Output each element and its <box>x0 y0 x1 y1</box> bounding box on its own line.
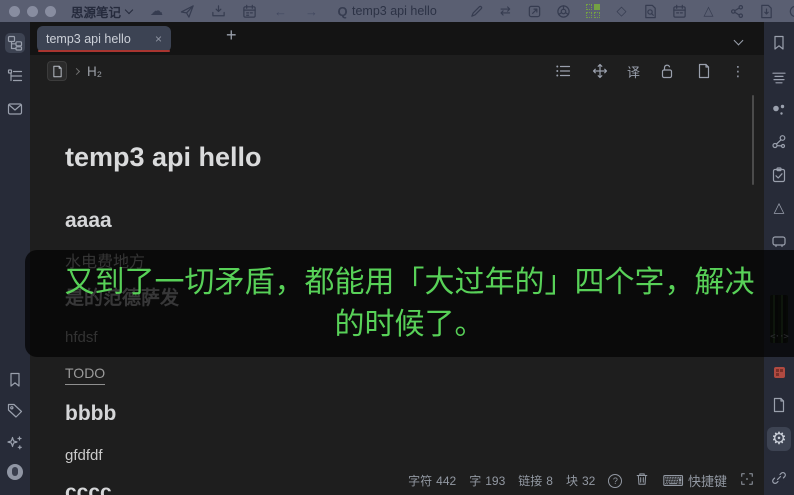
breadcrumb-doc-icon[interactable] <box>47 61 67 81</box>
help-icon[interactable]: ? <box>608 473 623 488</box>
overlay-line-1: 又到了一切矛盾，都能用「大过年的」四个字，解决 <box>64 265 755 299</box>
more-options-icon[interactable]: ⋮ <box>731 63 745 80</box>
eraser-diamond-icon[interactable]: ◇ <box>614 3 629 19</box>
status-bar: 字符 442 字 193 链接 8 块 32 ? ⌨ 快捷键 <box>408 471 754 490</box>
window-zoom-button[interactable] <box>45 5 56 17</box>
fullscreen-corners-icon[interactable] <box>740 472 754 489</box>
share-icon[interactable] <box>730 4 745 19</box>
backlinks-icon[interactable] <box>769 100 789 120</box>
browser-icon[interactable] <box>556 4 571 19</box>
overlay-line-2: 的时候了。 <box>334 307 485 341</box>
window-title: temp3 api hello <box>352 4 437 18</box>
sync-icon[interactable] <box>788 4 794 19</box>
new-tab-button[interactable]: + <box>226 25 237 46</box>
window-controls <box>0 5 56 17</box>
help-avatar-icon[interactable] <box>5 462 25 482</box>
shortcut-keys-button[interactable]: ⌨ 快捷键 <box>662 471 727 490</box>
import-tray-icon[interactable] <box>211 4 226 19</box>
paragraph-gfdfdf[interactable]: gfdfdf <box>65 447 103 464</box>
inbox-triangle-panel-icon[interactable]: △ <box>769 197 789 217</box>
tab-close-icon[interactable]: × <box>155 32 162 46</box>
back-arrow-icon[interactable]: ← <box>273 4 288 19</box>
chevron-down-icon <box>124 5 134 14</box>
card-partial-icon[interactable] <box>769 230 789 250</box>
daily-note-calendar-icon[interactable] <box>672 4 687 19</box>
sparkles-ai-icon[interactable] <box>5 433 25 453</box>
flashcard-clipboard-icon[interactable] <box>769 165 789 185</box>
titlebar-left-icons: ☁ ← → Q <box>149 3 350 19</box>
file-tree-icon[interactable] <box>5 33 25 53</box>
word-count: 字 193 <box>469 473 506 489</box>
window-minimize-button[interactable] <box>27 5 38 17</box>
titlebar-right-icons: ⇄ ◇ △ <box>469 3 794 19</box>
breadcrumb-segment-h2[interactable]: H₂ <box>87 64 102 79</box>
tab-bar: temp3 api hello × + <box>30 22 764 55</box>
tab-label: temp3 api hello <box>46 32 131 46</box>
marketplace-grid-icon[interactable] <box>585 4 600 19</box>
search-icon[interactable]: Q <box>335 4 350 19</box>
editor-scrollbar[interactable] <box>752 95 754 185</box>
siyuan-app-window: 思源笔记 ☁ ← → Q temp3 api hello ⇄ ◇ △ △ ⚙ t… <box>0 0 794 495</box>
tab-list-chevron-icon[interactable] <box>733 31 744 49</box>
plugin-update-icon[interactable] <box>769 362 789 382</box>
app-menu-label: 思源笔记 <box>71 5 122 20</box>
settings-gear-icon[interactable]: ⚙ <box>767 427 791 451</box>
inbox-mail-icon[interactable] <box>5 99 25 119</box>
brush-icon[interactable] <box>469 4 484 19</box>
app-menu-button[interactable]: 思源笔记 <box>71 2 134 21</box>
heading-cccc-clipped[interactable]: cccc <box>65 481 112 495</box>
link-count: 链接 8 <box>518 473 553 489</box>
doc-title-heading[interactable]: temp3 api hello <box>65 142 262 173</box>
forward-arrow-icon[interactable]: → <box>304 4 319 19</box>
shuffle-icon[interactable]: ⇄ <box>498 3 513 19</box>
doc-search-icon[interactable] <box>643 4 658 19</box>
outline-icon[interactable] <box>5 66 25 86</box>
tag-icon[interactable] <box>5 401 25 421</box>
keyboard-icon: ⌨ <box>662 472 684 490</box>
inbox-triangle-icon[interactable]: △ <box>701 3 716 19</box>
todo-link[interactable]: TODO <box>65 365 106 385</box>
cloud-sync-icon[interactable]: ☁ <box>149 3 164 19</box>
translate-icon[interactable]: 译 <box>627 62 640 81</box>
heading-bbbb[interactable]: bbbb <box>65 402 116 426</box>
graph-icon[interactable] <box>769 132 789 152</box>
bookmark-icon[interactable] <box>5 370 25 390</box>
editor-toolbar: 译 ⋮ <box>553 61 764 81</box>
danmaku-message-overlay: 又到了一切矛盾，都能用「大过年的」四个字，解决 的时候了。 <box>25 250 794 357</box>
titlebar: 思源笔记 ☁ ← → Q temp3 api hello ⇄ ◇ △ <box>0 0 794 22</box>
breadcrumb-bar: H₂ 译 ⋮ <box>30 55 764 87</box>
breadcrumb-chevron-icon <box>72 67 81 75</box>
bookmark-panel-icon[interactable] <box>769 33 789 53</box>
doc-attrs-icon[interactable] <box>694 61 714 81</box>
trash-icon[interactable] <box>635 472 649 489</box>
window-close-button[interactable] <box>9 5 20 17</box>
export-doc-icon[interactable] <box>759 4 774 19</box>
move-icon[interactable] <box>590 61 610 81</box>
open-window-icon[interactable] <box>527 4 542 19</box>
calendar-icon[interactable] <box>242 4 257 19</box>
document-panel-icon[interactable] <box>769 395 789 415</box>
tab-temp3-api-hello[interactable]: temp3 api hello × <box>37 26 171 52</box>
list-icon[interactable] <box>553 61 573 81</box>
link-icon[interactable] <box>769 468 789 488</box>
outline-align-icon[interactable] <box>769 68 789 88</box>
unlock-icon[interactable] <box>657 61 677 81</box>
block-count: 块 32 <box>565 473 596 489</box>
char-count: 字符 442 <box>408 473 457 489</box>
heading-aaaa[interactable]: aaaa <box>65 209 112 233</box>
send-icon[interactable] <box>180 4 195 19</box>
